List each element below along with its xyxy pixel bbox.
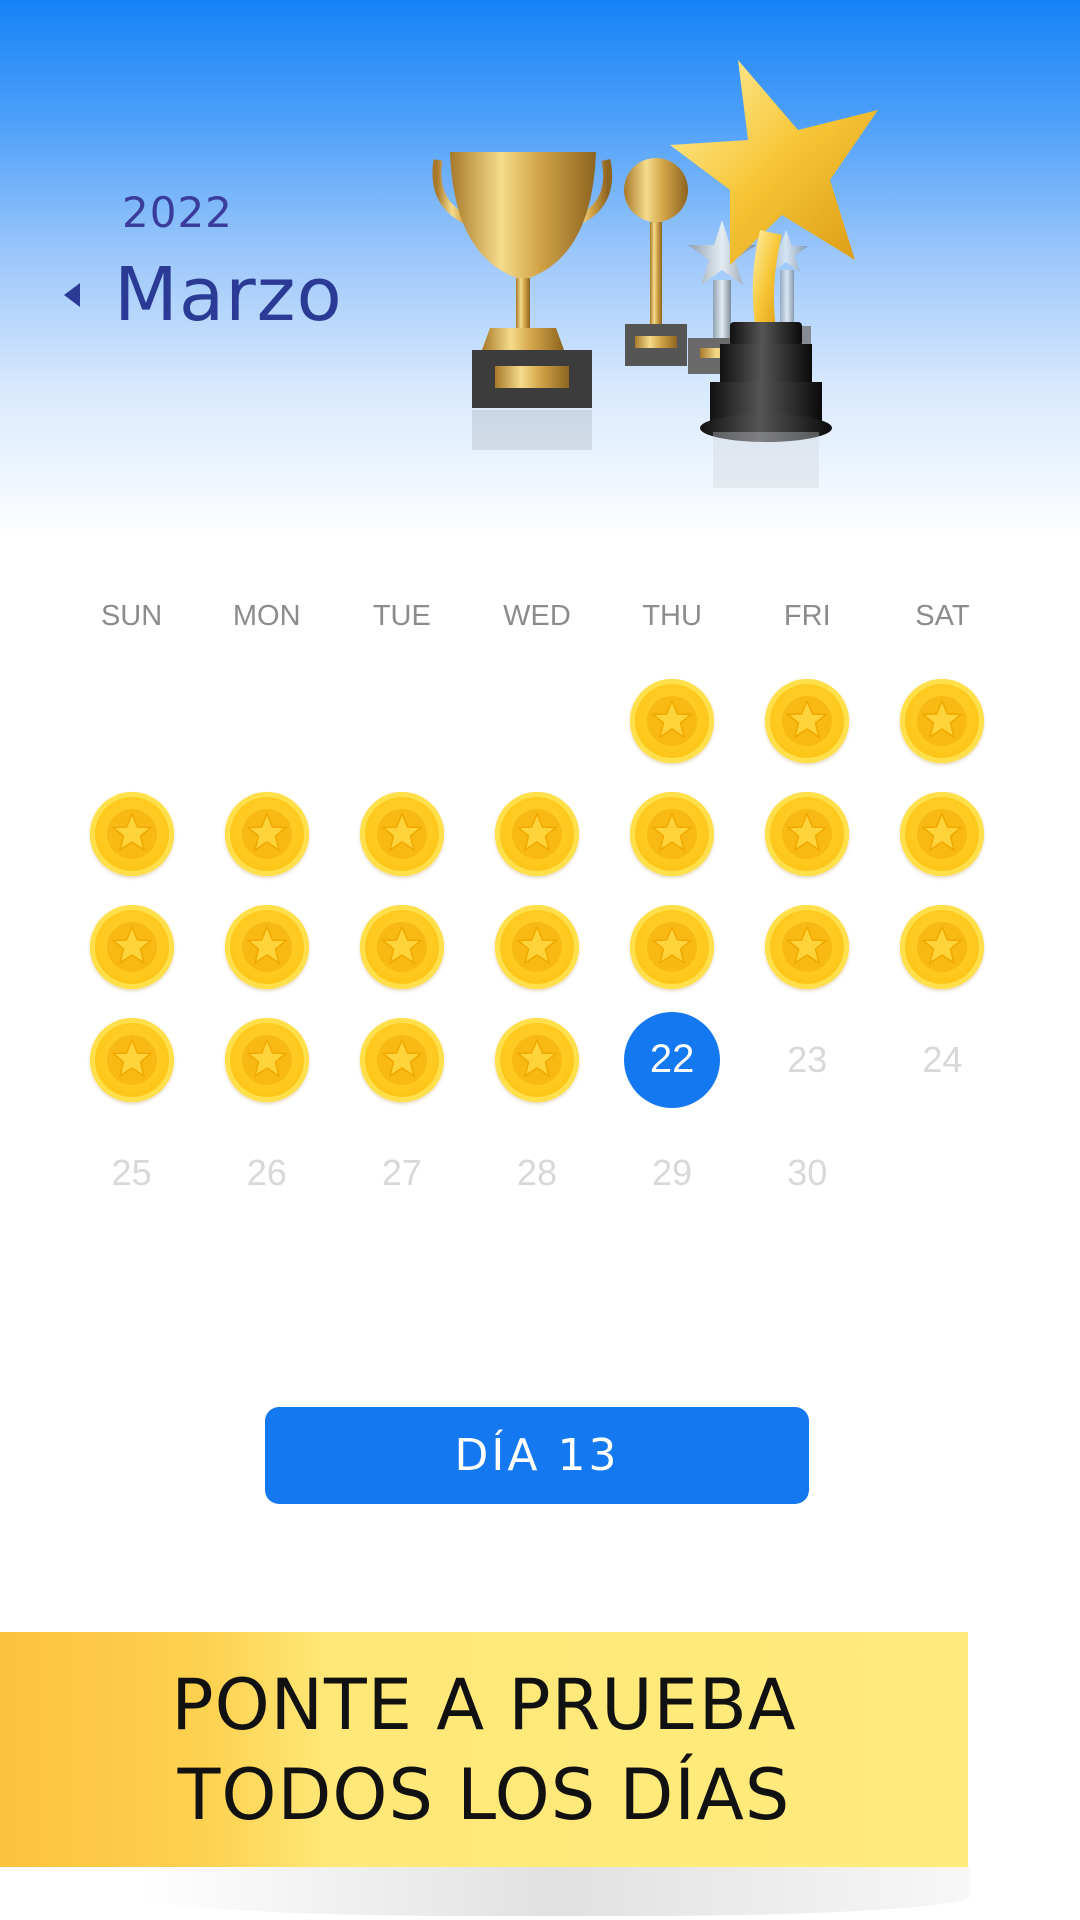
calendar-day[interactable] (469, 777, 604, 890)
day-number: 30 (787, 1151, 828, 1193)
day-number: 24 (922, 1038, 963, 1080)
star-coin-icon[interactable] (630, 791, 715, 876)
star-coin-icon[interactable] (359, 1017, 444, 1102)
star-coin-icon[interactable] (900, 678, 985, 763)
star-coin-icon[interactable] (900, 791, 985, 876)
calendar-day[interactable]: 27 (334, 1116, 469, 1229)
calendar-week (64, 777, 1010, 890)
trophies-illustration (432, 60, 878, 488)
calendar-day (199, 664, 334, 777)
today-marker[interactable]: 22 (624, 1011, 721, 1108)
calendar-day (64, 664, 199, 777)
calendar-day[interactable]: 25 (64, 1116, 199, 1229)
calendar-day[interactable] (875, 777, 1010, 890)
star-coin-icon[interactable] (494, 791, 579, 876)
banner-line-1: PONTE A PRUEBA (171, 1663, 797, 1746)
chevron-left-icon[interactable] (64, 283, 80, 307)
star-coin-icon[interactable] (89, 791, 174, 876)
day-number: 28 (516, 1151, 558, 1193)
calendar-day[interactable] (605, 890, 740, 1003)
star-coin-icon[interactable] (89, 904, 174, 989)
star-coin-icon[interactable] (224, 791, 309, 876)
weekday-header: SUN MON TUE WED THU FRI SAT (64, 600, 1010, 633)
star-coin-icon[interactable] (765, 678, 850, 763)
calendar-week: 25 26 27 28 29 30 (64, 1116, 1010, 1229)
calendar-day[interactable] (740, 890, 875, 1003)
calendar-day[interactable] (64, 1003, 199, 1116)
calendar-day[interactable] (605, 777, 740, 890)
calendar-day (334, 664, 469, 777)
calendar-day[interactable] (740, 664, 875, 777)
weekday-sun: SUN (100, 600, 163, 632)
star-coin-icon[interactable] (630, 904, 715, 989)
weekday-thu: THU (642, 600, 702, 632)
calendar-day[interactable] (334, 890, 469, 1003)
star-coin-icon[interactable] (900, 904, 985, 989)
calendar-grid: 22 23 24 25 26 27 28 29 30 (64, 664, 1010, 1229)
calendar-day[interactable]: 30 (740, 1116, 875, 1229)
calendar-day[interactable]: 28 (469, 1116, 604, 1229)
calendar-day[interactable]: 29 (605, 1116, 740, 1229)
calendar-day[interactable] (334, 1003, 469, 1116)
day-number: 25 (111, 1151, 152, 1193)
calendar-week (64, 664, 1010, 777)
year-label: 2022 (122, 188, 233, 237)
calendar-day[interactable]: 23 (740, 1003, 875, 1116)
calendar-day (875, 1116, 1010, 1229)
calendar-day[interactable] (875, 890, 1010, 1003)
star-coin-icon[interactable] (494, 904, 579, 989)
weekday-mon: MON (232, 600, 301, 632)
calendar-day[interactable] (334, 777, 469, 890)
banner-shadow (140, 1866, 970, 1916)
banner-line-2: TODOS LOS DÍAS (177, 1753, 791, 1836)
calendar-day (469, 664, 604, 777)
promo-banner: PONTE A PRUEBA TODOS LOS DÍAS (0, 1632, 968, 1867)
calendar-week (64, 890, 1010, 1003)
calendar-day[interactable] (740, 777, 875, 890)
calendar-day[interactable]: 22 (605, 1003, 740, 1116)
star-coin-icon[interactable] (765, 904, 850, 989)
calendar-day[interactable]: 26 (199, 1116, 334, 1229)
month-title: Marzo (114, 252, 343, 338)
calendar-day[interactable] (469, 1003, 604, 1116)
star-coin-icon[interactable] (224, 904, 309, 989)
weekday-wed: WED (503, 600, 571, 632)
calendar-day[interactable] (605, 664, 740, 777)
day-13-button[interactable]: DÍA 13 (265, 1407, 809, 1504)
calendar-day[interactable] (199, 777, 334, 890)
star-coin-icon[interactable] (765, 791, 850, 876)
calendar-day[interactable] (64, 777, 199, 890)
calendar-day[interactable] (875, 664, 1010, 777)
calendar-day[interactable] (469, 890, 604, 1003)
star-coin-icon[interactable] (630, 678, 715, 763)
month-selector: Marzo (64, 252, 343, 338)
star-coin-icon[interactable] (359, 904, 444, 989)
calendar-day[interactable] (199, 890, 334, 1003)
calendar-day[interactable] (64, 890, 199, 1003)
star-coin-icon[interactable] (359, 791, 444, 876)
day-number: 26 (246, 1151, 287, 1193)
calendar-day[interactable]: 24 (875, 1003, 1010, 1116)
day-number: 27 (381, 1151, 422, 1193)
weekday-tue: TUE (372, 600, 431, 632)
calendar-week: 22 23 24 (64, 1003, 1010, 1116)
weekday-fri: FRI (783, 600, 831, 632)
star-coin-icon[interactable] (224, 1017, 309, 1102)
weekday-sat: SAT (915, 600, 970, 632)
star-coin-icon[interactable] (89, 1017, 174, 1102)
day-number: 23 (787, 1038, 828, 1080)
calendar-day[interactable] (199, 1003, 334, 1116)
star-coin-icon[interactable] (494, 1017, 579, 1102)
day-number: 29 (652, 1151, 693, 1193)
